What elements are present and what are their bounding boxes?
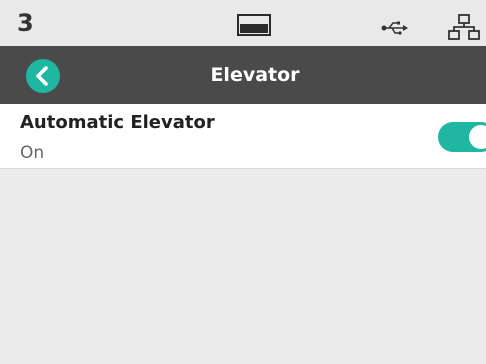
status-count: 3: [17, 9, 34, 37]
setting-row-automatic-elevator[interactable]: Automatic Elevator On: [0, 104, 486, 169]
setting-value: On: [20, 143, 45, 163]
automatic-elevator-toggle[interactable]: [438, 122, 486, 152]
usb-icon: [381, 20, 409, 35]
status-bar: 3: [0, 0, 486, 46]
page-title: Elevator: [210, 64, 300, 86]
back-button[interactable]: [26, 59, 60, 93]
title-bar: Elevator: [0, 46, 486, 104]
empty-content-area: [0, 169, 486, 364]
toggle-knob: [469, 125, 486, 149]
network-icon: [448, 14, 480, 40]
setting-label: Automatic Elevator: [20, 112, 215, 133]
paper-tray-icon: [236, 13, 272, 37]
chevron-left-icon: [36, 66, 48, 86]
elevator-settings-screen: 3 Elevator Automatic Elevator On: [0, 0, 486, 364]
